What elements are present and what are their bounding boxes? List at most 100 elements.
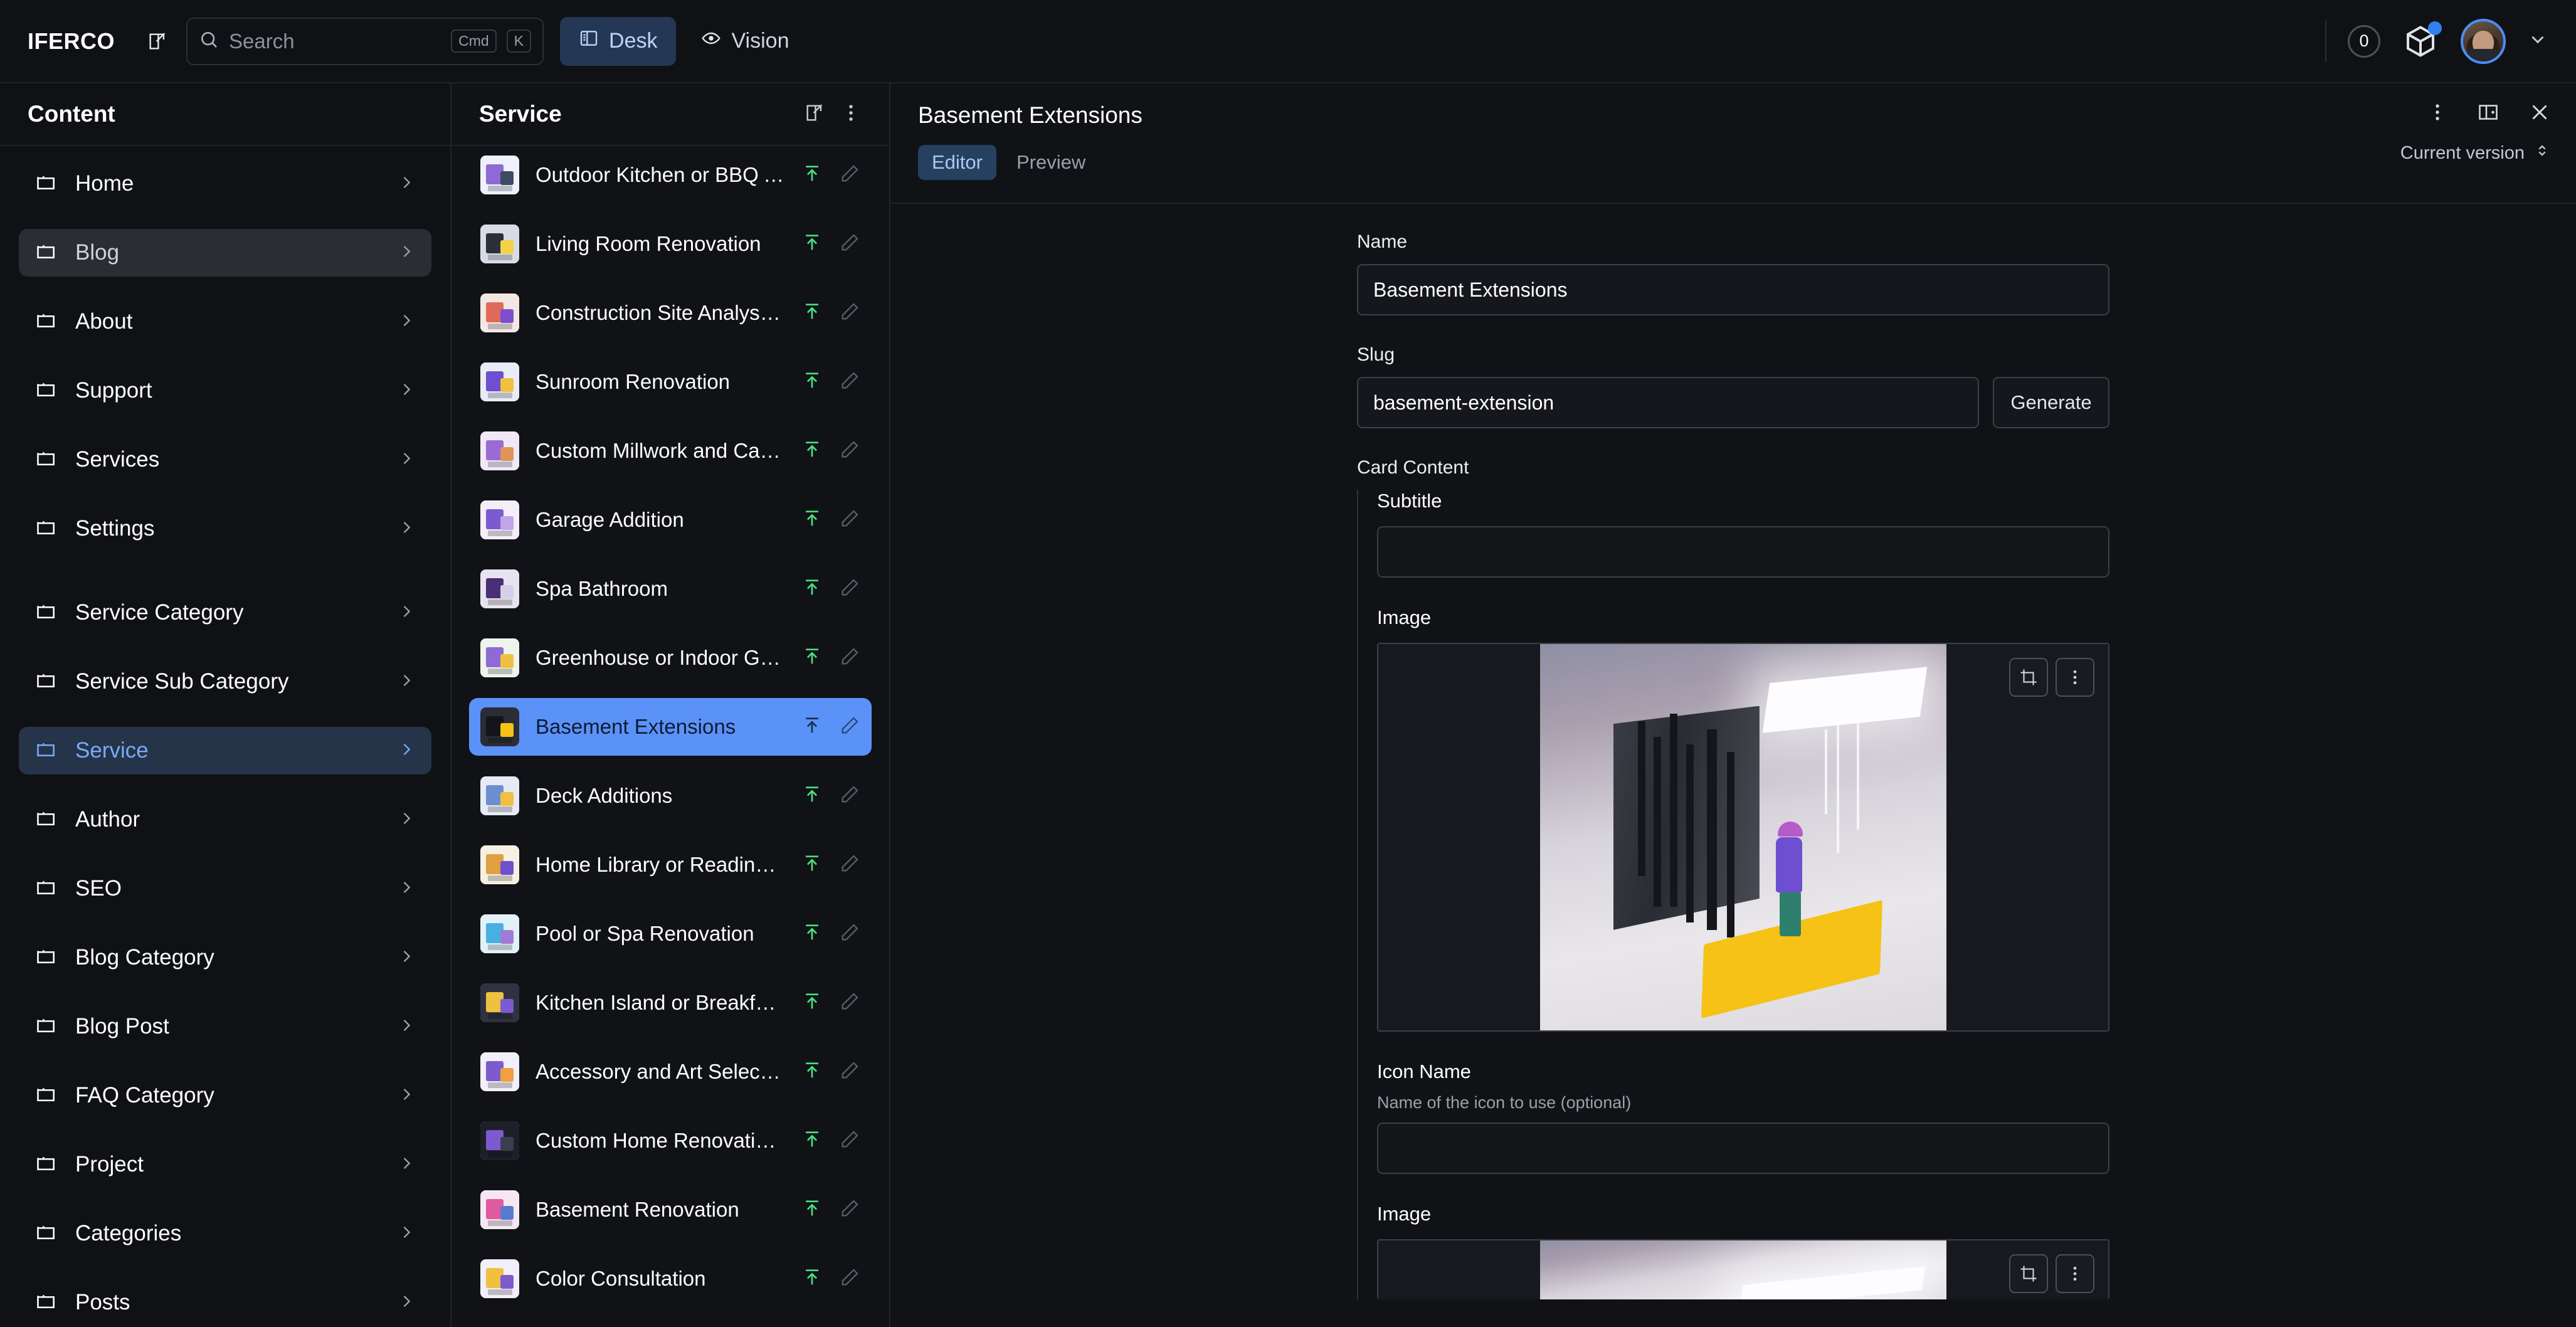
icon-name-field[interactable] <box>1377 1123 2109 1174</box>
sidebar-item-service-sub-category[interactable]: Service Sub Category <box>19 658 431 706</box>
pencil-icon[interactable] <box>839 1267 860 1291</box>
sidebar-item-categories[interactable]: Categories <box>19 1210 431 1257</box>
compose-icon[interactable] <box>804 102 825 127</box>
sidebar-item-label: Home <box>75 171 134 196</box>
publish-arrow-icon[interactable] <box>801 439 823 463</box>
name-field[interactable]: Basement Extensions <box>1357 264 2109 315</box>
publish-arrow-icon[interactable] <box>801 1198 823 1222</box>
more-vertical-icon[interactable] <box>840 102 862 127</box>
list-item[interactable]: Construction Site Analysis a... <box>469 284 872 342</box>
pencil-icon[interactable] <box>839 1198 860 1222</box>
publish-arrow-icon[interactable] <box>801 232 823 256</box>
search-input[interactable]: Search Cmd K <box>186 17 544 65</box>
subtitle-field[interactable] <box>1377 526 2109 578</box>
pencil-icon[interactable] <box>839 508 860 532</box>
pencil-icon[interactable] <box>839 853 860 877</box>
publish-arrow-icon[interactable] <box>801 991 823 1015</box>
avatar[interactable] <box>2461 18 2506 64</box>
mode-vision-button[interactable]: Vision <box>682 17 808 66</box>
list-item[interactable]: Color Consultation <box>469 1250 872 1308</box>
publish-arrow-icon[interactable] <box>801 853 823 877</box>
package-icon[interactable] <box>2402 21 2442 60</box>
image-preview[interactable] <box>1377 643 2109 1032</box>
pencil-icon[interactable] <box>839 991 860 1015</box>
sidebar-item-settings[interactable]: Settings <box>19 505 431 552</box>
close-icon[interactable] <box>2528 101 2551 127</box>
pencil-icon[interactable] <box>839 1060 860 1084</box>
list-item[interactable]: Basement Renovation <box>469 1181 872 1239</box>
sidebar-item-blog[interactable]: Blog <box>19 229 431 277</box>
sidebar-item-service[interactable]: Service <box>19 727 431 775</box>
pencil-icon[interactable] <box>839 715 860 739</box>
crop-icon[interactable] <box>2009 1254 2048 1293</box>
sidebar-item-services[interactable]: Services <box>19 436 431 484</box>
sidebar-item-blog-category[interactable]: Blog Category <box>19 934 431 981</box>
publish-arrow-icon[interactable] <box>801 163 823 188</box>
list-item[interactable]: Outdoor Kitchen or BBQ Area <box>469 146 872 204</box>
more-vertical-icon[interactable] <box>2056 658 2094 697</box>
tab-editor[interactable]: Editor <box>918 145 996 180</box>
search-icon <box>199 29 219 53</box>
sidebar-item-posts[interactable]: Posts <box>19 1279 431 1326</box>
list-item[interactable]: Custom Home Renovations <box>469 1112 872 1170</box>
list-item[interactable]: Custom Millwork and Cabine... <box>469 422 872 480</box>
sidebar-item-author[interactable]: Author <box>19 796 431 843</box>
pencil-icon[interactable] <box>839 439 860 463</box>
mode-desk-button[interactable]: Desk <box>560 16 677 66</box>
sidebar-item-faq-category[interactable]: FAQ Category <box>19 1072 431 1119</box>
list-item[interactable]: Spa Bathroom <box>469 560 872 618</box>
pencil-icon[interactable] <box>839 577 860 601</box>
pencil-icon[interactable] <box>839 163 860 188</box>
publish-arrow-icon[interactable] <box>801 922 823 946</box>
more-vertical-icon[interactable] <box>2056 1254 2094 1293</box>
split-pane-add-icon[interactable] <box>2477 101 2499 127</box>
brand-logo[interactable]: IFERCO <box>28 28 115 55</box>
more-vertical-icon[interactable] <box>2427 102 2448 126</box>
sidebar-item-service-category[interactable]: Service Category <box>19 589 431 637</box>
slug-field[interactable]: basement-extension <box>1357 377 1979 428</box>
list-item[interactable]: Pool or Spa Renovation <box>469 905 872 963</box>
crop-icon[interactable] <box>2009 658 2048 697</box>
publish-arrow-icon[interactable] <box>801 784 823 808</box>
sidebar-item-blog-post[interactable]: Blog Post <box>19 1003 431 1050</box>
publish-arrow-icon[interactable] <box>801 1267 823 1291</box>
list-item[interactable]: Living Room Renovation <box>469 215 872 273</box>
pencil-icon[interactable] <box>839 1129 860 1153</box>
sidebar-item-support[interactable]: Support <box>19 367 431 415</box>
image2-preview[interactable] <box>1377 1239 2109 1299</box>
pencil-icon[interactable] <box>839 232 860 256</box>
desk-layout-icon <box>579 28 599 54</box>
publish-arrow-icon[interactable] <box>801 370 823 394</box>
list-item[interactable]: Kitchen Island or Breakfast B... <box>469 974 872 1032</box>
list-item[interactable]: Greenhouse or Indoor Garden <box>469 629 872 687</box>
version-selector[interactable]: Current version <box>2400 142 2551 164</box>
pencil-icon[interactable] <box>839 646 860 670</box>
chevron-down-icon[interactable] <box>2527 29 2548 53</box>
pencil-icon[interactable] <box>839 922 860 946</box>
generate-button[interactable]: Generate <box>1993 377 2109 428</box>
list-item[interactable]: Deck Additions <box>469 767 872 825</box>
publish-arrow-icon[interactable] <box>801 577 823 601</box>
list-item[interactable]: Basement Extensions <box>469 698 872 756</box>
publish-arrow-icon[interactable] <box>801 646 823 670</box>
sidebar-item-home[interactable]: Home <box>19 160 431 208</box>
sidebar-item-seo[interactable]: SEO <box>19 865 431 912</box>
list-item[interactable]: Sunroom Renovation <box>469 353 872 411</box>
compose-icon[interactable] <box>137 21 177 61</box>
sidebar-item-about[interactable]: About <box>19 298 431 346</box>
publish-arrow-icon[interactable] <box>801 508 823 532</box>
sidebar-item-project[interactable]: Project <box>19 1141 431 1188</box>
pencil-icon[interactable] <box>839 301 860 325</box>
tab-preview[interactable]: Preview <box>1003 145 1099 180</box>
publish-arrow-icon[interactable] <box>801 1129 823 1153</box>
publish-arrow-icon[interactable] <box>801 715 823 739</box>
publish-arrow-icon[interactable] <box>801 1060 823 1084</box>
list-item[interactable]: Accessory and Art Selection <box>469 1043 872 1101</box>
pencil-icon[interactable] <box>839 784 860 808</box>
list-item[interactable]: Home Library or Reading No... <box>469 836 872 894</box>
pencil-icon[interactable] <box>839 370 860 394</box>
list-item[interactable]: Garage Addition <box>469 491 872 549</box>
editor-form-scroll[interactable]: Name Basement Extensions Slug basement-e… <box>890 204 2576 1327</box>
publish-arrow-icon[interactable] <box>801 301 823 325</box>
notifications-badge[interactable]: 0 <box>2348 24 2380 58</box>
